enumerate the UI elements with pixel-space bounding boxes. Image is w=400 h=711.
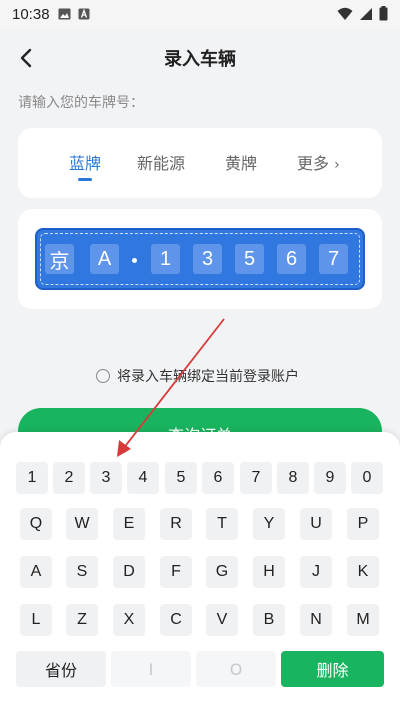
plate-char-7[interactable]: 7	[319, 244, 348, 274]
tab-label: 蓝牌	[69, 154, 102, 173]
battery-icon	[379, 6, 388, 25]
tab-more[interactable]: 更多 ›	[297, 150, 340, 174]
key-x[interactable]: X	[113, 604, 145, 636]
key-r[interactable]: R	[160, 508, 192, 540]
plate-char-6[interactable]: 6	[277, 244, 306, 274]
key-s[interactable]: S	[66, 556, 98, 588]
bind-account-option[interactable]: 将录入车辆绑定当前登录账户	[96, 366, 299, 386]
tab-blue-plate[interactable]: 蓝牌	[69, 150, 102, 181]
key-j[interactable]: J	[300, 556, 332, 588]
plate-char-5[interactable]: 5	[235, 244, 264, 274]
key-3[interactable]: 3	[90, 462, 122, 494]
tab-yellow-plate[interactable]: 黄牌	[225, 150, 257, 174]
nav-bar: 录入车辆	[0, 28, 400, 88]
key-d[interactable]: D	[113, 556, 145, 588]
key-l[interactable]: L	[20, 604, 52, 636]
tab-label: 黄牌	[225, 154, 258, 173]
app-a-icon	[78, 5, 90, 24]
license-plate-input[interactable]: 京 A 1 3 5 6 7	[35, 228, 365, 290]
key-g[interactable]: G	[206, 556, 238, 588]
tab-label: 新能源	[137, 154, 186, 173]
chevron-right-icon: ›	[334, 157, 340, 173]
key-w[interactable]: W	[66, 508, 98, 540]
key-u[interactable]: U	[300, 508, 332, 540]
key-6[interactable]: 6	[202, 462, 234, 494]
key-e[interactable]: E	[113, 508, 145, 540]
status-bar: 10:38	[0, 0, 400, 28]
key-n[interactable]: N	[300, 604, 332, 636]
plate-keyboard: 1 2 3 4 5 6 7 8 9 0 Q W E R T Y U P A S …	[0, 432, 400, 711]
plate-char-3[interactable]: 1	[151, 244, 180, 274]
key-2[interactable]: 2	[53, 462, 85, 494]
key-f[interactable]: F	[160, 556, 192, 588]
key-1[interactable]: 1	[16, 462, 48, 494]
back-button[interactable]	[12, 44, 40, 72]
plate-prompt-label: 请输入您的车牌号：	[18, 95, 144, 111]
plate-separator-dot	[132, 258, 137, 263]
key-4[interactable]: 4	[127, 462, 159, 494]
key-o-label: O	[229, 659, 243, 679]
plate-char-2[interactable]: A	[90, 244, 119, 274]
active-tab-indicator	[78, 178, 92, 181]
key-o-disabled: O	[196, 651, 276, 687]
key-v[interactable]: V	[206, 604, 238, 636]
wifi-icon	[337, 6, 353, 25]
chevron-left-icon	[20, 48, 32, 68]
key-m[interactable]: M	[347, 604, 379, 636]
province-key-label: 省份	[44, 661, 77, 680]
tab-label: 更多	[297, 154, 330, 173]
plate-char-1[interactable]: 京	[45, 244, 74, 274]
key-a[interactable]: A	[20, 556, 52, 588]
key-c[interactable]: C	[160, 604, 192, 636]
key-z[interactable]: Z	[66, 604, 98, 636]
key-5[interactable]: 5	[165, 462, 197, 494]
key-h[interactable]: H	[253, 556, 285, 588]
delete-button-label: 删除	[316, 661, 349, 680]
key-t[interactable]: T	[206, 508, 238, 540]
plate-input-card: 京 A 1 3 5 6 7	[18, 209, 382, 309]
bind-account-label: 将录入车辆绑定当前登录账户	[117, 369, 299, 385]
signal-icon	[359, 6, 373, 25]
delete-button[interactable]: 删除	[281, 651, 384, 687]
province-key[interactable]: 省份	[16, 651, 106, 687]
key-9[interactable]: 9	[314, 462, 346, 494]
key-8[interactable]: 8	[277, 462, 309, 494]
key-y[interactable]: Y	[253, 508, 285, 540]
key-k[interactable]: K	[347, 556, 379, 588]
key-i-disabled: I	[111, 651, 191, 687]
plate-char-4[interactable]: 3	[193, 244, 222, 274]
key-7[interactable]: 7	[240, 462, 272, 494]
key-i-label: I	[148, 659, 154, 679]
status-time: 10:38	[12, 5, 50, 23]
tab-new-energy[interactable]: 新能源	[137, 150, 185, 174]
gallery-icon	[58, 5, 71, 24]
plate-type-card: 蓝牌 新能源 黄牌 更多 ›	[18, 128, 382, 198]
key-p[interactable]: P	[347, 508, 379, 540]
bind-account-radio[interactable]	[96, 369, 110, 383]
key-q[interactable]: Q	[20, 508, 52, 540]
key-b[interactable]: B	[253, 604, 285, 636]
key-0[interactable]: 0	[351, 462, 383, 494]
page-title: 录入车辆	[164, 49, 236, 70]
